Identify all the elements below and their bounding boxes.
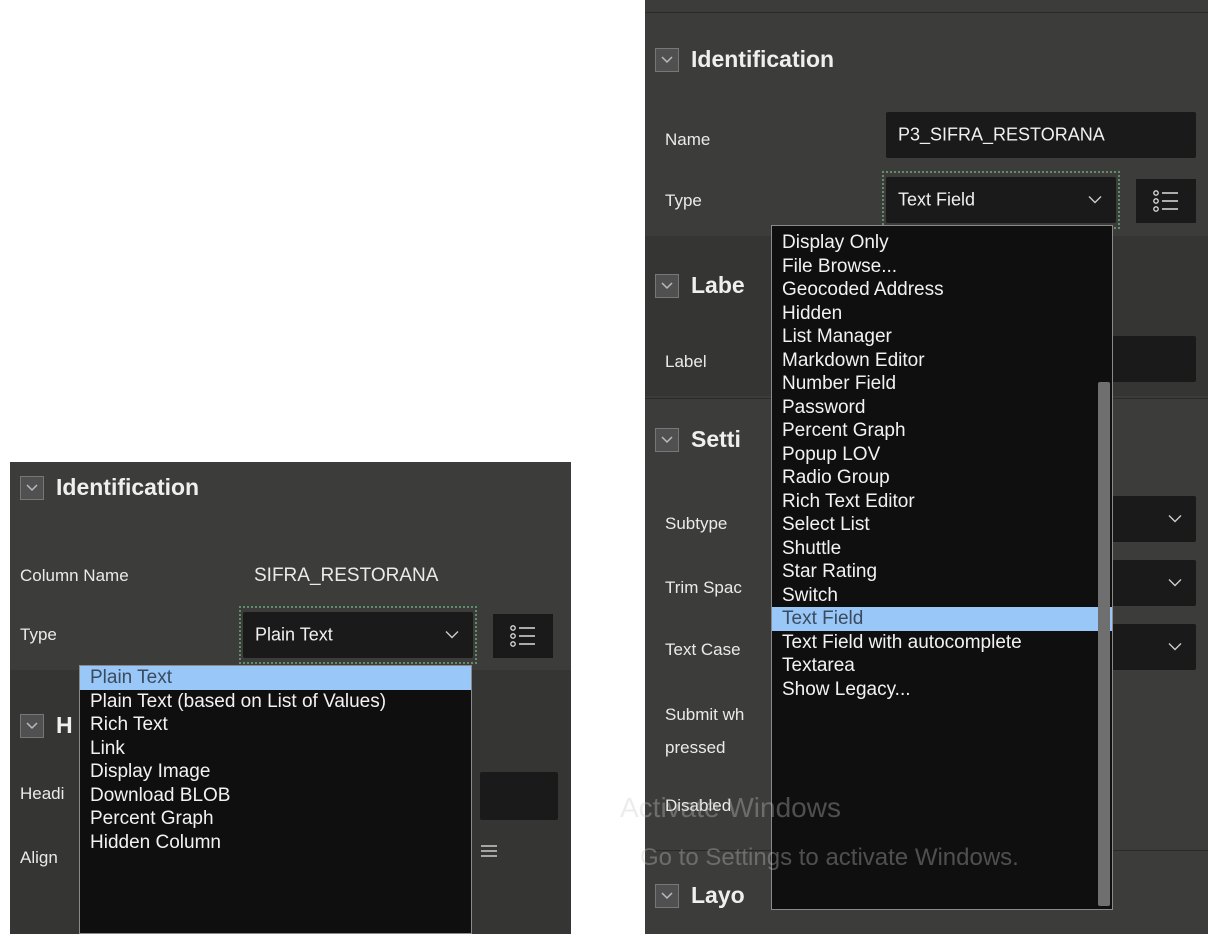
- dropdown-option[interactable]: Password: [772, 396, 1112, 420]
- list-view-icon: [510, 625, 535, 647]
- name-input[interactable]: P3_SIFRA_RESTORANA: [886, 112, 1196, 158]
- dropdown-option[interactable]: Select List: [772, 513, 1112, 537]
- dropdown-option[interactable]: Plain Text: [80, 666, 471, 690]
- chevron-down-icon: [1088, 196, 1102, 204]
- collapse-icon[interactable]: [20, 713, 44, 738]
- chevron-down-icon: [445, 631, 459, 639]
- disabled-label: Disabled: [665, 796, 732, 815]
- right-property-panel: Identification Name P3_SIFRA_RESTORANA T…: [645, 0, 1208, 934]
- collapse-icon[interactable]: [20, 475, 44, 500]
- dropdown-option[interactable]: Hidden: [772, 302, 1112, 326]
- dropdown-option[interactable]: Switch: [772, 584, 1112, 608]
- dropdown-option[interactable]: Link: [80, 737, 471, 761]
- submit-label-line1: Submit wh: [665, 705, 745, 724]
- text-case-label: Text Case: [665, 640, 741, 659]
- subtype-label: Subtype: [665, 514, 728, 533]
- section-title-partial: Layo: [691, 882, 745, 908]
- trim-spaces-select[interactable]: [1100, 560, 1196, 606]
- identification-section-header[interactable]: Identification: [645, 46, 1208, 73]
- collapse-icon[interactable]: [655, 427, 679, 452]
- heading-field[interactable]: [480, 772, 558, 820]
- dropdown-option[interactable]: Number Field: [772, 372, 1112, 396]
- dropdown-option[interactable]: Display Only: [772, 226, 1112, 255]
- label-label: Label: [665, 352, 707, 371]
- name-input-value: P3_SIFRA_RESTORANA: [898, 124, 1105, 145]
- dropdown-option[interactable]: Percent Graph: [772, 419, 1112, 443]
- column-name-label: Column Name: [20, 566, 129, 585]
- alignment-label: Align: [20, 848, 58, 867]
- dropdown-option[interactable]: Download BLOB: [80, 784, 471, 808]
- heading-label: Headi: [20, 784, 65, 803]
- dropdown-option[interactable]: File Browse...: [772, 255, 1112, 279]
- dropdown-option[interactable]: Display Image: [80, 760, 471, 784]
- chevron-down-icon: [1168, 579, 1182, 587]
- dropdown-option[interactable]: Radio Group: [772, 466, 1112, 490]
- section-title-partial: H: [56, 712, 73, 738]
- dropdown-option[interactable]: Popup LOV: [772, 443, 1112, 467]
- dropdown-option[interactable]: Rich Text Editor: [772, 490, 1112, 514]
- dropdown-option[interactable]: Geocoded Address: [772, 278, 1112, 302]
- type-select-value: Plain Text: [255, 624, 333, 645]
- left-property-panel: Identification Column Name SIFRA_RESTORA…: [10, 462, 571, 934]
- identification-section-header[interactable]: Identification: [10, 474, 571, 501]
- dropdown-option[interactable]: Hidden Column: [80, 831, 471, 855]
- type-select[interactable]: Text Field: [886, 177, 1116, 223]
- text-case-select[interactable]: [1100, 624, 1196, 670]
- section-title: Identification: [56, 474, 200, 500]
- dropdown-option[interactable]: Textarea: [772, 654, 1112, 678]
- collapse-icon[interactable]: [655, 47, 679, 72]
- trim-spaces-label: Trim Spac: [665, 578, 742, 597]
- dropdown-option[interactable]: Markdown Editor: [772, 349, 1112, 373]
- label-input[interactable]: [1100, 336, 1196, 382]
- section-title-partial: Labe: [691, 272, 745, 298]
- collapse-icon[interactable]: [655, 273, 679, 298]
- list-view-button[interactable]: [493, 614, 553, 658]
- dropdown-option[interactable]: Plain Text (based on List of Values): [80, 690, 471, 714]
- section-title: Identification: [691, 46, 835, 72]
- collapse-icon[interactable]: [655, 883, 679, 908]
- dropdown-option[interactable]: Shuttle: [772, 537, 1112, 561]
- section-title-partial: Setti: [691, 426, 741, 452]
- name-label: Name: [665, 130, 711, 149]
- type-select-value: Text Field: [898, 189, 976, 210]
- column-name-value: SIFRA_RESTORANA: [254, 565, 439, 586]
- dropdown-option[interactable]: Show Legacy...: [772, 678, 1112, 702]
- type-dropdown-list[interactable]: Display Only File Browse... Geocoded Add…: [771, 225, 1113, 910]
- type-select[interactable]: Plain Text: [243, 612, 473, 658]
- type-dropdown-list[interactable]: Plain Text Plain Text (based on List of …: [79, 665, 472, 934]
- dropdown-option[interactable]: List Manager: [772, 325, 1112, 349]
- dropdown-option[interactable]: Text Field: [772, 607, 1112, 631]
- chevron-down-icon: [1168, 643, 1182, 651]
- submit-label-line2: pressed: [665, 738, 726, 757]
- dropdown-scrollbar[interactable]: [1098, 382, 1110, 906]
- dropdown-option[interactable]: Text Field with autocomplete: [772, 631, 1112, 655]
- list-view-icon: [1153, 190, 1178, 212]
- dropdown-option[interactable]: Star Rating: [772, 560, 1112, 584]
- type-label: Type: [665, 191, 702, 210]
- dropdown-option[interactable]: Rich Text: [80, 713, 471, 737]
- type-label: Type: [20, 625, 57, 644]
- dropdown-option[interactable]: Percent Graph: [80, 807, 471, 831]
- chevron-down-icon: [1168, 515, 1182, 523]
- divider: [645, 12, 1208, 13]
- list-view-button[interactable]: [1136, 179, 1196, 223]
- alignment-icon[interactable]: [480, 844, 498, 858]
- subtype-select[interactable]: [1100, 496, 1196, 542]
